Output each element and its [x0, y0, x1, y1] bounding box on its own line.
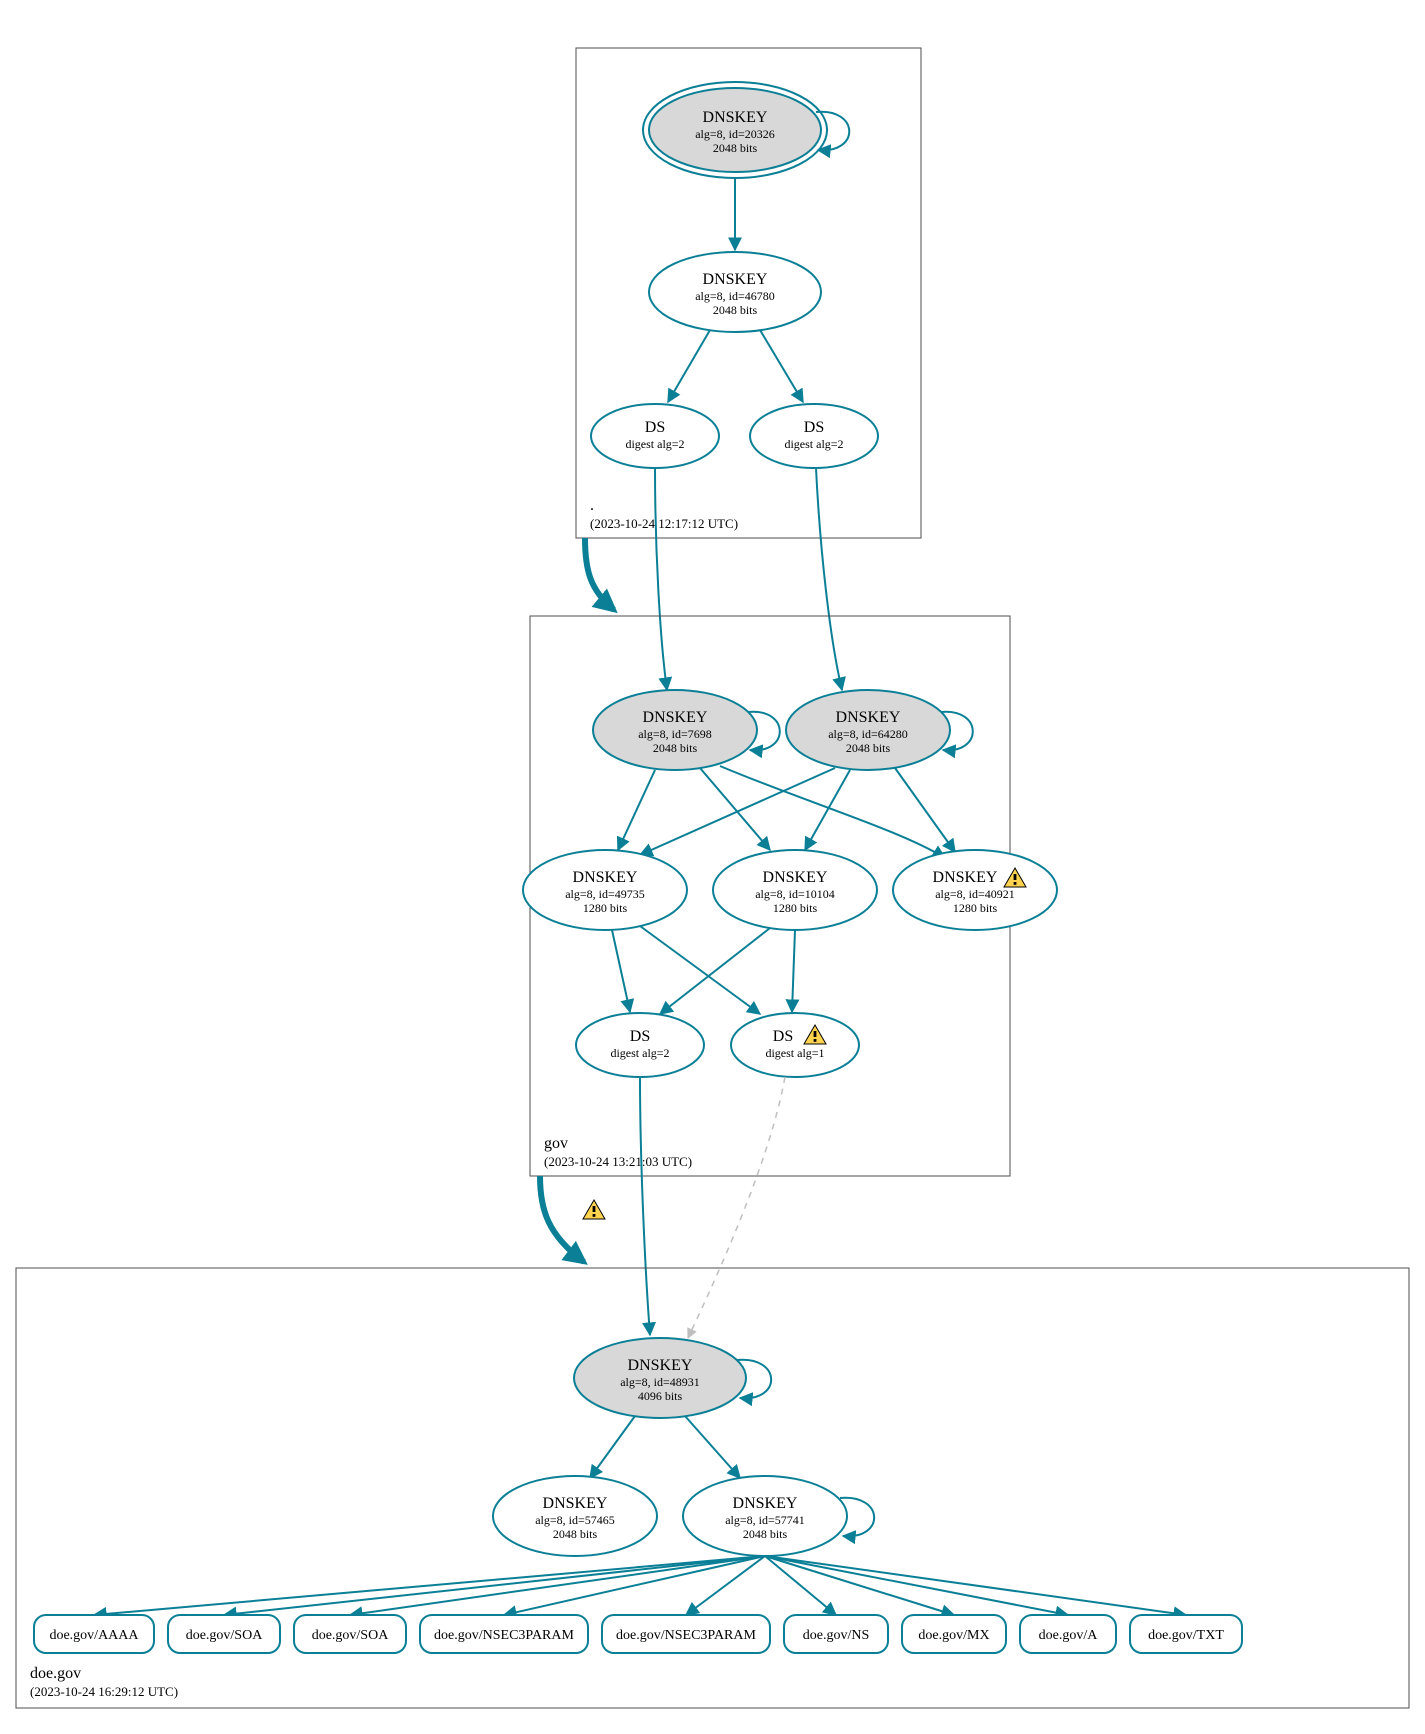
svg-text:DNSKEY: DNSKEY [733, 1495, 798, 1512]
rrset-label: doe.gov/SOA [186, 1628, 264, 1643]
svg-text:DS: DS [804, 419, 824, 436]
svg-text:alg=8, id=10104: alg=8, id=10104 [755, 887, 835, 901]
edge [668, 330, 710, 402]
edge [224, 1556, 765, 1615]
warning-icon [583, 1200, 605, 1219]
svg-text:2048 bits: 2048 bits [653, 741, 698, 755]
node-root-ds2[interactable]: DS digest alg=2 [750, 404, 878, 468]
svg-text:DNSKEY: DNSKEY [643, 709, 708, 726]
svg-text:alg=8, id=57741: alg=8, id=57741 [725, 1513, 805, 1527]
svg-text:alg=8, id=48931: alg=8, id=48931 [620, 1375, 700, 1389]
node-root-ksk[interactable]: DNSKEY alg=8, id=20326 2048 bits [643, 82, 849, 178]
svg-text:DNSKEY: DNSKEY [836, 709, 901, 726]
zone-root-time: (2023-10-24 12:17:12 UTC) [590, 516, 738, 531]
svg-text:2048 bits: 2048 bits [713, 303, 758, 317]
edge-dashed [688, 1077, 785, 1338]
svg-text:alg=8, id=40921: alg=8, id=40921 [935, 887, 1015, 901]
node-gov-ksk2[interactable]: DNSKEY alg=8, id=64280 2048 bits [786, 690, 973, 770]
zone-gov-name: gov [544, 1135, 568, 1152]
edge [792, 930, 795, 1012]
rrset-label: doe.gov/A [1039, 1628, 1099, 1643]
rrset-label: doe.gov/NSEC3PARAM [434, 1628, 574, 1643]
node-doe-zsk1[interactable]: DNSKEY alg=8, id=57465 2048 bits [493, 1476, 657, 1556]
rrset-label: doe.gov/SOA [312, 1628, 390, 1643]
edge [816, 468, 842, 690]
edge [765, 1556, 954, 1615]
svg-text:1280 bits: 1280 bits [773, 901, 818, 915]
edge [895, 768, 955, 852]
edge [640, 768, 835, 855]
svg-text:digest alg=2: digest alg=2 [610, 1046, 669, 1060]
svg-text:alg=8, id=49735: alg=8, id=49735 [565, 887, 645, 901]
rrset-label: doe.gov/NS [803, 1628, 870, 1643]
delegation-arrow [585, 538, 614, 610]
edge [700, 768, 770, 850]
svg-text:DNSKEY: DNSKEY [543, 1495, 608, 1512]
svg-text:digest alg=1: digest alg=1 [765, 1046, 824, 1060]
edge [94, 1556, 765, 1615]
svg-text:DS: DS [773, 1028, 793, 1045]
edge [640, 1077, 650, 1335]
edge [765, 1556, 1186, 1615]
rrset-label: doe.gov/NSEC3PARAM [616, 1628, 756, 1643]
svg-text:DNSKEY: DNSKEY [628, 1357, 693, 1374]
svg-text:2048 bits: 2048 bits [713, 141, 758, 155]
node-doe-ksk[interactable]: DNSKEY alg=8, id=48931 4096 bits [574, 1338, 771, 1418]
edge [760, 330, 803, 402]
rrset-label: doe.gov/TXT [1148, 1628, 1224, 1643]
svg-text:DNSKEY: DNSKEY [573, 869, 638, 886]
node-doe-zsk2[interactable]: DNSKEY alg=8, id=57741 2048 bits [683, 1476, 874, 1556]
node-root-zsk[interactable]: DNSKEY alg=8, id=46780 2048 bits [649, 252, 821, 332]
svg-text:DNSKEY: DNSKEY [703, 271, 768, 288]
edge [612, 930, 630, 1012]
delegation-arrow [540, 1176, 584, 1262]
node-gov-zsk1[interactable]: DNSKEY alg=8, id=49735 1280 bits [523, 850, 687, 930]
svg-text:4096 bits: 4096 bits [638, 1389, 683, 1403]
node-root-ds1[interactable]: DS digest alg=2 [591, 404, 719, 468]
edge [720, 766, 945, 858]
svg-text:DS: DS [645, 419, 665, 436]
svg-text:digest alg=2: digest alg=2 [784, 437, 843, 451]
svg-text:1280 bits: 1280 bits [953, 901, 998, 915]
svg-text:alg=8, id=64280: alg=8, id=64280 [828, 727, 908, 741]
svg-text:2048 bits: 2048 bits [846, 741, 891, 755]
svg-text:DNSKEY: DNSKEY [703, 109, 768, 126]
edge [685, 1416, 740, 1478]
edge [590, 1416, 635, 1478]
rrset-label: doe.gov/AAAA [49, 1628, 139, 1643]
edge [618, 770, 655, 850]
node-gov-ksk1[interactable]: DNSKEY alg=8, id=7698 2048 bits [593, 690, 780, 770]
svg-text:DNSKEY: DNSKEY [933, 869, 998, 886]
zone-root-name: . [590, 497, 594, 514]
node-gov-zsk2[interactable]: DNSKEY alg=8, id=10104 1280 bits [713, 850, 877, 930]
edge [655, 468, 667, 690]
svg-text:(2023-10-24 13:21:03 UTC): (2023-10-24 13:21:03 UTC) [544, 1154, 692, 1169]
svg-text:digest alg=2: digest alg=2 [625, 437, 684, 451]
node-gov-ds2[interactable]: DS digest alg=1 [731, 1013, 859, 1077]
svg-text:2048 bits: 2048 bits [553, 1527, 598, 1541]
svg-text:alg=8, id=7698: alg=8, id=7698 [638, 727, 712, 741]
edge [350, 1556, 765, 1615]
svg-text:alg=8, id=46780: alg=8, id=46780 [695, 289, 775, 303]
node-gov-ds1[interactable]: DS digest alg=2 [576, 1013, 704, 1077]
svg-text:2048 bits: 2048 bits [743, 1527, 788, 1541]
svg-text:alg=8, id=57465: alg=8, id=57465 [535, 1513, 615, 1527]
edge [805, 770, 850, 850]
zone-doe-name: doe.gov [30, 1665, 81, 1682]
edge [765, 1556, 1068, 1615]
rrset-label: doe.gov/MX [918, 1628, 989, 1643]
node-gov-zsk3[interactable]: DNSKEY alg=8, id=40921 1280 bits [893, 850, 1057, 930]
svg-text:1280 bits: 1280 bits [583, 901, 628, 915]
svg-text:DNSKEY: DNSKEY [763, 869, 828, 886]
edge [640, 926, 760, 1014]
svg-text:(2023-10-24 16:29:12 UTC): (2023-10-24 16:29:12 UTC) [30, 1684, 178, 1699]
svg-text:DS: DS [630, 1028, 650, 1045]
svg-text:alg=8, id=20326: alg=8, id=20326 [695, 127, 775, 141]
edge [660, 928, 770, 1014]
